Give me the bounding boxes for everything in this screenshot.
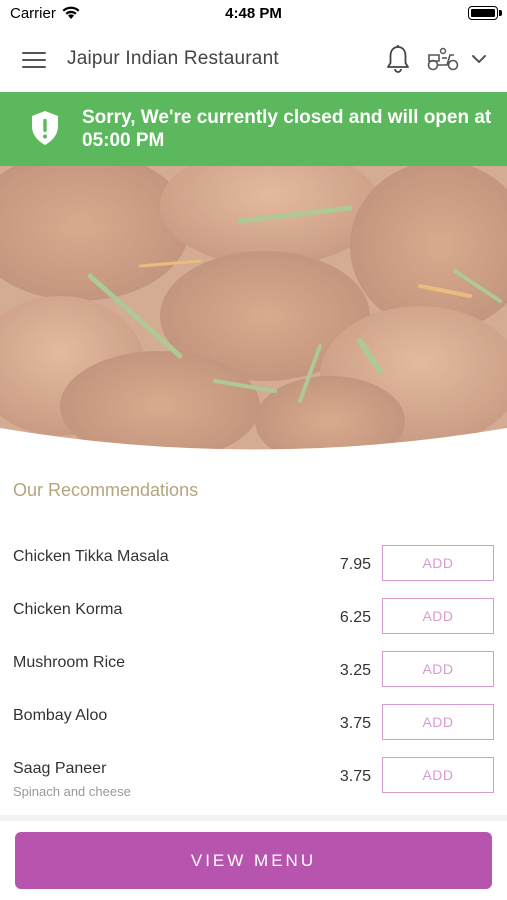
recommendations-heading: Our Recommendations bbox=[13, 480, 199, 500]
section-divider bbox=[0, 815, 507, 821]
add-button[interactable]: ADD bbox=[382, 545, 494, 581]
closed-banner: Sorry, We're currently closed and will o… bbox=[0, 92, 507, 166]
add-button[interactable]: ADD bbox=[382, 651, 494, 687]
item-name: Mushroom Rice bbox=[13, 654, 126, 671]
status-bar: Carrier 4:48 PM bbox=[0, 0, 507, 28]
bell-icon[interactable] bbox=[385, 44, 411, 74]
add-button[interactable]: ADD bbox=[382, 757, 494, 793]
item-price: 7.95 bbox=[339, 556, 371, 573]
chevron-down-icon[interactable] bbox=[470, 50, 488, 68]
recommendation-item: Chicken Korma 6.25 ADD bbox=[0, 598, 507, 654]
restaurant-title: Jaipur Indian Restaurant bbox=[67, 48, 279, 69]
hero-food-illustration bbox=[0, 166, 507, 458]
item-name: Chicken Korma bbox=[13, 601, 123, 618]
battery-icon bbox=[468, 6, 502, 20]
recommendation-item: Bombay Aloo 3.75 ADD bbox=[0, 704, 507, 760]
add-button[interactable]: ADD bbox=[382, 704, 494, 740]
item-name: Chicken Tikka Masala bbox=[13, 548, 169, 565]
shield-alert-icon bbox=[32, 111, 58, 145]
item-description: Spinach and cheese bbox=[13, 784, 131, 799]
hero-food-image bbox=[0, 166, 507, 458]
item-name: Bombay Aloo bbox=[13, 707, 108, 724]
add-button[interactable]: ADD bbox=[382, 598, 494, 634]
recommendation-item: Saag Paneer Spinach and cheese 3.75 ADD bbox=[0, 757, 507, 813]
scooter-icon[interactable] bbox=[426, 46, 460, 72]
item-name: Saag Paneer bbox=[13, 760, 107, 777]
hamburger-menu-icon[interactable] bbox=[22, 51, 46, 69]
item-price: 3.75 bbox=[339, 768, 371, 785]
recommendation-item: Mushroom Rice 3.25 ADD bbox=[0, 651, 507, 707]
app-header: Jaipur Indian Restaurant bbox=[0, 28, 507, 92]
item-price: 6.25 bbox=[339, 609, 371, 626]
item-price: 3.25 bbox=[339, 662, 371, 679]
view-menu-button[interactable]: VIEW MENU bbox=[15, 832, 492, 889]
closed-message: Sorry, We're currently closed and will o… bbox=[82, 107, 492, 151]
recommendation-item: Chicken Tikka Masala 7.95 ADD bbox=[0, 545, 507, 601]
item-price: 3.75 bbox=[339, 715, 371, 732]
clock: 4:48 PM bbox=[225, 5, 282, 22]
